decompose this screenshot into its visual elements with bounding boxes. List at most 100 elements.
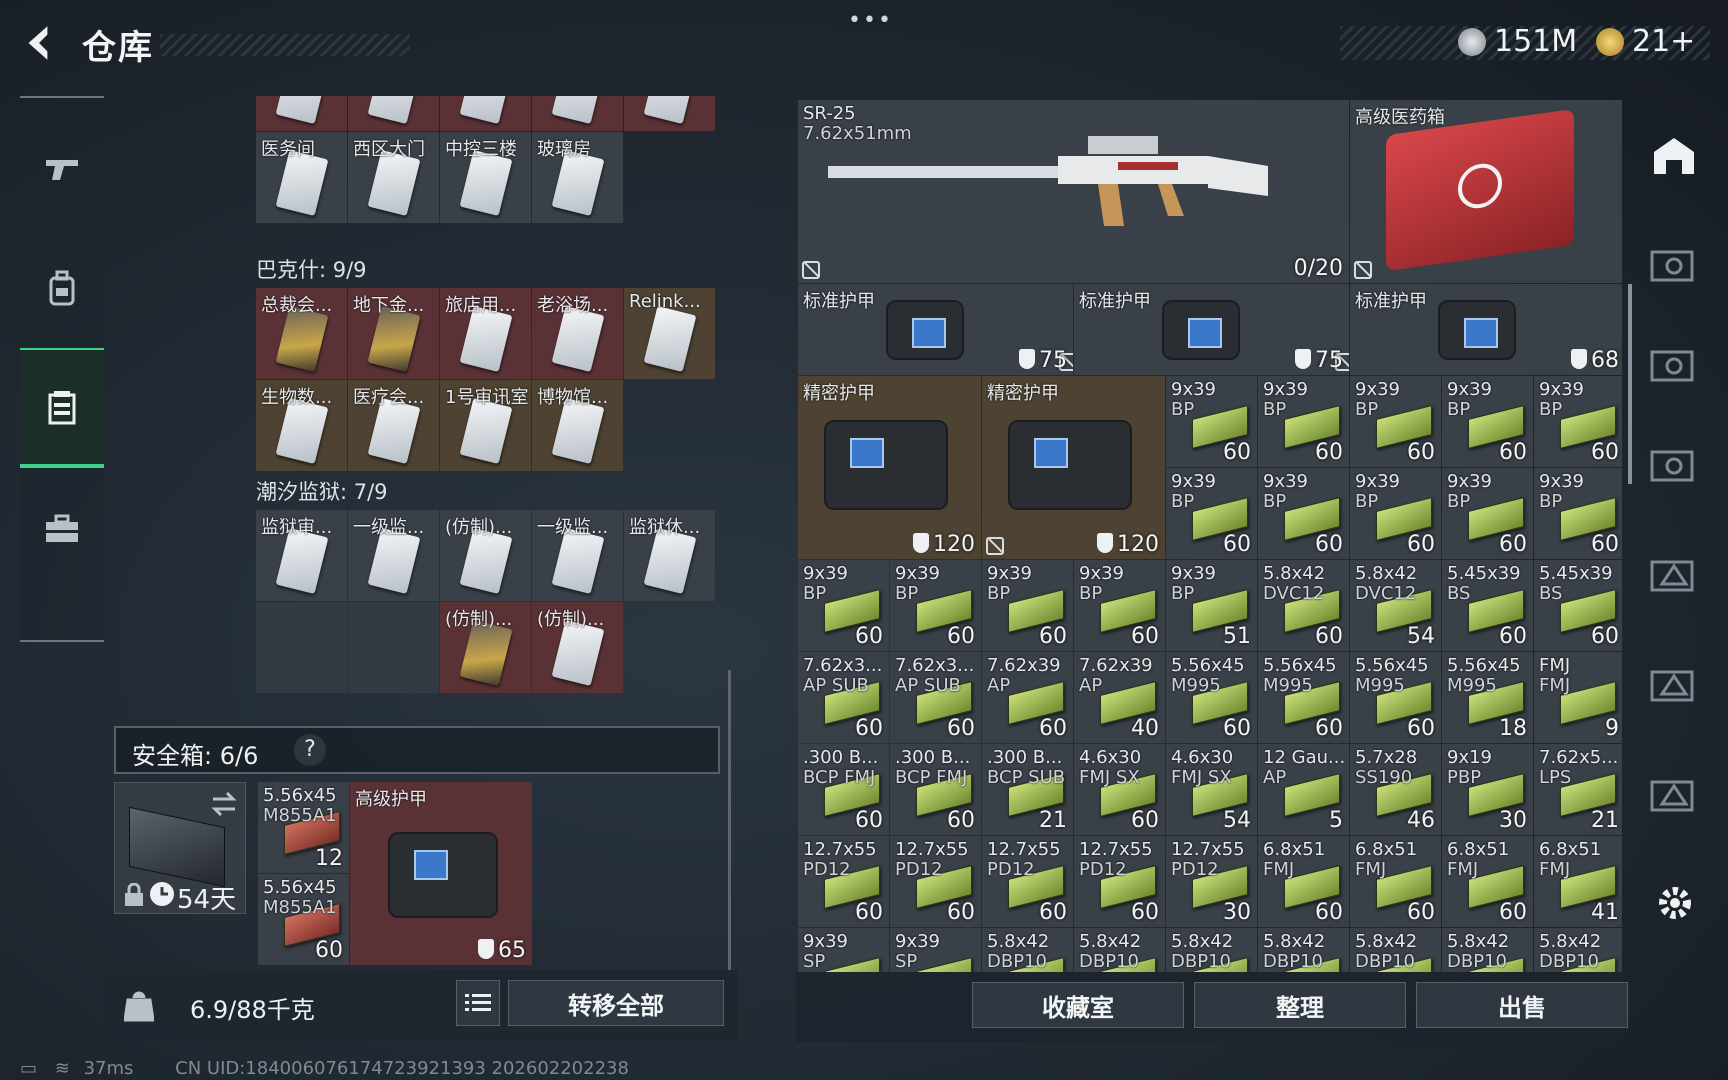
ammo-slot[interactable]: 12.7x55 PD12 60 bbox=[890, 836, 981, 927]
ammo-slot[interactable]: 5.56x45 M995 60 bbox=[1350, 652, 1441, 743]
ammo-slot[interactable]: 9x39 BP 60 bbox=[798, 560, 889, 651]
transfer-all-button[interactable]: 转移全部 bbox=[508, 980, 724, 1026]
ammo-slot[interactable]: 5.8x42 DBP10 bbox=[982, 928, 1073, 972]
ammo-slot[interactable]: 9x39 BP 60 bbox=[1166, 376, 1257, 467]
ammo-slot[interactable]: FMJ FMJ 9 bbox=[1534, 652, 1622, 743]
more-menu-icon[interactable]: ••• bbox=[848, 8, 893, 33]
home-storage-icon[interactable] bbox=[1648, 134, 1700, 178]
standard-armor-slot[interactable]: 标准护甲 75 bbox=[1074, 284, 1349, 375]
keycard-slot[interactable] bbox=[348, 96, 439, 131]
container-tab-3-icon[interactable] bbox=[1648, 444, 1700, 488]
ammo-slot[interactable]: 9x39 BP 60 bbox=[1074, 560, 1165, 651]
ammo-slot[interactable]: 9x19 PBP 30 bbox=[1442, 744, 1533, 835]
container-tab-6-icon[interactable] bbox=[1648, 774, 1700, 818]
keycard-slot[interactable]: 监狱休... bbox=[624, 510, 715, 601]
keycard-slot[interactable]: 地下金... bbox=[348, 288, 439, 379]
ammo-slot[interactable]: 6.8x51 FMJ 60 bbox=[1442, 836, 1533, 927]
ammo-slot[interactable]: 7.62x39 AP 60 bbox=[982, 652, 1073, 743]
ammo-slot[interactable]: 9x39 BP 60 bbox=[1258, 376, 1349, 467]
weapon-slot-sr25[interactable]: SR-25 7.62x51mm 0/20 bbox=[798, 100, 1349, 283]
keycard-slot[interactable]: Relink... bbox=[624, 288, 715, 379]
ammo-slot[interactable]: 12 Gau... AP 5 bbox=[1258, 744, 1349, 835]
keycard-slot[interactable]: 西区大门 bbox=[348, 132, 439, 223]
ammo-slot[interactable]: 9x39 BP 60 bbox=[1350, 468, 1441, 559]
left-scrollbar[interactable] bbox=[728, 670, 731, 970]
keycard-slot[interactable]: (仿制)... bbox=[440, 602, 531, 693]
container-tab-1-icon[interactable] bbox=[1648, 244, 1700, 288]
precision-armor-slot[interactable]: 精密护甲 120 bbox=[982, 376, 1165, 559]
ammo-slot[interactable]: 5.8x42 DBP10 bbox=[1442, 928, 1533, 972]
ammo-slot[interactable]: 5.8x42 DBP10 bbox=[1074, 928, 1165, 972]
keycard-slot[interactable]: 医务间 bbox=[256, 132, 347, 223]
ammo-slot[interactable]: .300 B... BCP SUB 21 bbox=[982, 744, 1073, 835]
keycard-slot[interactable] bbox=[624, 96, 715, 131]
ammo-slot[interactable]: 7.62x3... AP SUB 60 bbox=[890, 652, 981, 743]
sort-button[interactable]: 整理 bbox=[1194, 982, 1406, 1028]
keycard-slot[interactable]: 生物数... bbox=[256, 380, 347, 471]
ammo-slot[interactable]: 5.56x45 M995 60 bbox=[1258, 652, 1349, 743]
ammo-slot[interactable]: 5.8x42 DBP10 bbox=[1166, 928, 1257, 972]
ammo-slot[interactable]: 9x39 BP 60 bbox=[1350, 376, 1441, 467]
keycard-slot[interactable]: 老浴场... bbox=[532, 288, 623, 379]
keycard-slot[interactable]: 监狱审... bbox=[256, 510, 347, 601]
ammo-slot[interactable]: 7.62x39 AP 40 bbox=[1074, 652, 1165, 743]
ammo-slot[interactable]: 9x39 BP 60 bbox=[982, 560, 1073, 651]
back-arrow-icon[interactable] bbox=[18, 22, 60, 64]
ammo-slot[interactable]: .300 B... BCP FMJ 60 bbox=[890, 744, 981, 835]
ammo-slot[interactable]: 12.7x55 PD12 30 bbox=[1166, 836, 1257, 927]
keycard-slot[interactable]: 旅店用... bbox=[440, 288, 531, 379]
ammo-slot[interactable]: 7.62x5... LPS 21 bbox=[1534, 744, 1622, 835]
ammo-slot[interactable]: 5.8x42 DBP10 bbox=[1534, 928, 1622, 972]
standard-armor-slot[interactable]: 标准护甲 75 bbox=[798, 284, 1073, 375]
keycard-slot[interactable] bbox=[532, 96, 623, 131]
keycard-slot[interactable]: 医疗会... bbox=[348, 380, 439, 471]
precision-armor-slot[interactable]: 精密护甲 120 bbox=[798, 376, 981, 559]
ammo-slot[interactable]: 7.62x3... AP SUB 60 bbox=[798, 652, 889, 743]
ammo-slot[interactable]: 9x39 BP 60 bbox=[1258, 468, 1349, 559]
swap-icon[interactable] bbox=[209, 791, 239, 817]
nav-backpack[interactable] bbox=[20, 228, 104, 348]
collection-room-button[interactable]: 收藏室 bbox=[972, 982, 1184, 1028]
nav-storage[interactable] bbox=[20, 348, 104, 468]
sell-button[interactable]: 出售 bbox=[1416, 982, 1628, 1028]
standard-armor-slot[interactable]: 标准护甲 68 bbox=[1350, 284, 1622, 375]
keycard-slot[interactable]: 总裁会... bbox=[256, 288, 347, 379]
safe-armor-slot[interactable]: 高级护甲 65 bbox=[350, 782, 532, 965]
ammo-slot[interactable]: 12.7x55 PD12 60 bbox=[798, 836, 889, 927]
ammo-slot[interactable]: 6.8x51 FMJ 60 bbox=[1258, 836, 1349, 927]
safe-box-container[interactable]: 54天 bbox=[114, 782, 246, 915]
right-scrollbar[interactable] bbox=[1628, 284, 1632, 484]
keycard-slot[interactable]: 1号审讯室 bbox=[440, 380, 531, 471]
ammo-slot[interactable]: 5.8x42 DBP10 bbox=[1258, 928, 1349, 972]
medkit-slot[interactable]: 高级医药箱 bbox=[1350, 100, 1622, 283]
ammo-slot[interactable]: 5.7x28 SS190 46 bbox=[1350, 744, 1441, 835]
ammo-slot[interactable]: 9x39 BP 60 bbox=[890, 560, 981, 651]
ammo-slot[interactable]: 5.8x42 DVC12 60 bbox=[1258, 560, 1349, 651]
ammo-slot[interactable]: 9x39 BP 60 bbox=[1442, 468, 1533, 559]
safe-ammo-slot-1[interactable]: 5.56x45 M855A1 12 bbox=[258, 782, 349, 873]
nav-weapons[interactable] bbox=[20, 108, 104, 228]
ammo-slot[interactable]: 9x39 BP 60 bbox=[1534, 376, 1622, 467]
keycard-slot[interactable]: 一级监... bbox=[348, 510, 439, 601]
ammo-slot[interactable]: 5.8x42 DVC12 54 bbox=[1350, 560, 1441, 651]
ammo-slot[interactable]: 6.8x51 FMJ 60 bbox=[1350, 836, 1441, 927]
ammo-slot[interactable]: 5.8x42 DBP10 bbox=[1350, 928, 1441, 972]
ammo-slot[interactable]: 4.6x30 FMJ SX 60 bbox=[1074, 744, 1165, 835]
container-tab-4-icon[interactable] bbox=[1648, 554, 1700, 598]
ammo-slot[interactable]: 5.45x39 BS 60 bbox=[1534, 560, 1622, 651]
keycard-slot[interactable] bbox=[256, 96, 347, 131]
nav-toolbox[interactable] bbox=[20, 468, 104, 588]
ammo-slot[interactable]: 9x39 SP bbox=[890, 928, 981, 972]
safe-ammo-slot-2[interactable]: 5.56x45 M855A1 60 bbox=[258, 874, 349, 965]
ammo-slot[interactable]: 5.45x39 BS 60 bbox=[1442, 560, 1533, 651]
ammo-slot[interactable]: .300 B... BCP FMJ 60 bbox=[798, 744, 889, 835]
keycard-slot[interactable]: 一级监... bbox=[532, 510, 623, 601]
ammo-slot[interactable]: 9x39 BP 60 bbox=[1534, 468, 1622, 559]
keycard-slot[interactable]: 博物馆... bbox=[532, 380, 623, 471]
ammo-slot[interactable]: 9x39 SP bbox=[798, 928, 889, 972]
ammo-slot[interactable]: 4.6x30 FMJ SX 54 bbox=[1166, 744, 1257, 835]
keycard-slot[interactable] bbox=[440, 96, 531, 131]
ammo-slot[interactable]: 9x39 BP 51 bbox=[1166, 560, 1257, 651]
keycard-slot[interactable]: (仿制)... bbox=[532, 602, 623, 693]
ammo-slot[interactable]: 5.56x45 M995 60 bbox=[1166, 652, 1257, 743]
